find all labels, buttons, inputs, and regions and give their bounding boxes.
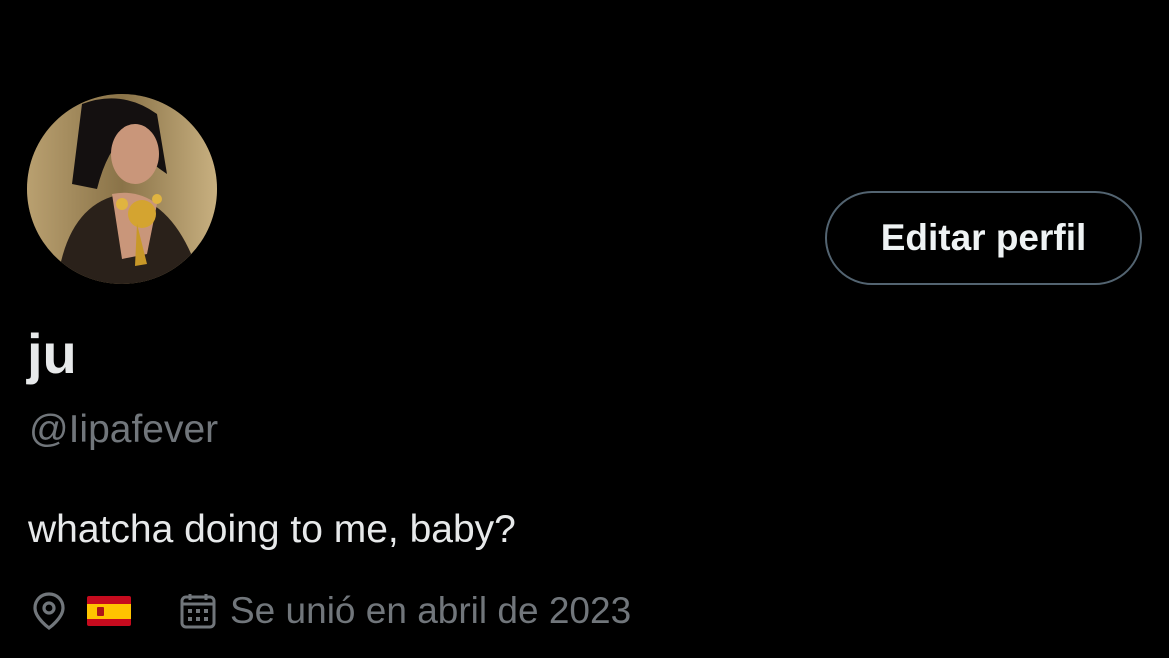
display-name: ju: [27, 322, 77, 385]
avatar-image: [27, 94, 217, 284]
location: [29, 589, 131, 633]
spain-flag-icon: [87, 596, 131, 626]
profile-header: Editar perfil ju @Iipafever whatcha doin…: [0, 0, 1169, 658]
edit-profile-button[interactable]: Editar perfil: [825, 191, 1142, 285]
avatar[interactable]: [27, 94, 217, 284]
join-date-text: Se unió en abril de 2023: [230, 590, 632, 631]
username-handle: @Iipafever: [29, 408, 219, 451]
join-date: Se unió en abril de 2023: [178, 590, 631, 632]
calendar-icon: [178, 591, 218, 631]
bio-text: whatcha doing to me, baby?: [28, 508, 516, 551]
location-pin-icon: [29, 589, 69, 633]
profile-meta: Se unió en abril de 2023: [29, 586, 631, 636]
